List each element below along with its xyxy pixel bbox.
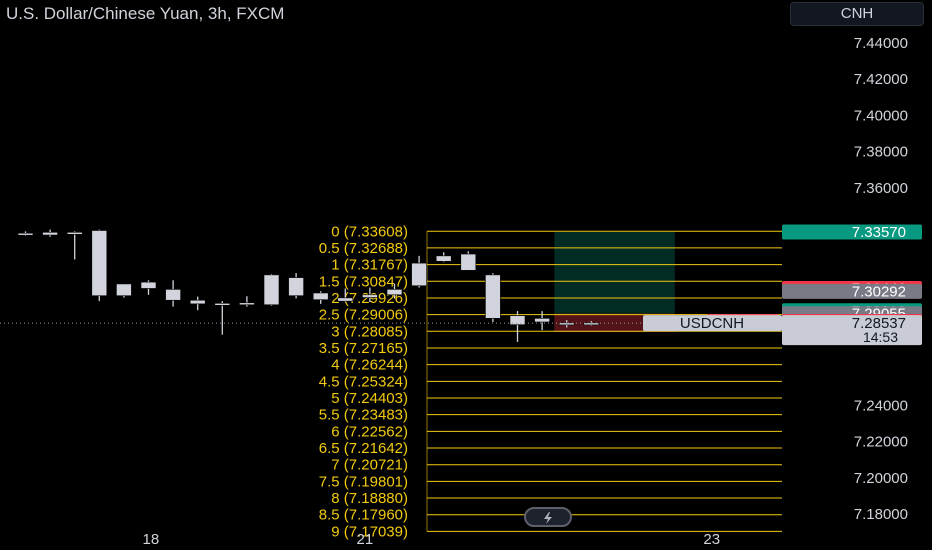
candle-body [337,297,354,302]
price-tags: 7.335707.304467.302927.292197.290557.286… [643,224,922,346]
candle-body [288,277,304,297]
time-axis-label: 18 [142,531,159,548]
price-axis-label: 7.36000 [854,180,908,197]
fib-label: 8 (7.18880) [331,490,408,507]
candle-body [386,289,403,296]
candle-body [239,302,255,306]
time-axis: 18 21 23 [142,531,720,548]
currency-button[interactable]: CNH [790,2,924,26]
price-tag-text: 7.33570 [852,224,906,241]
candle-body [17,232,34,236]
profit-zone [554,231,675,314]
price-tag-text: 7.30292 [852,283,906,300]
candle-body [116,283,132,297]
fib-label: 6.5 (7.21642) [319,440,408,457]
fib-label: 8.5 (7.17960) [319,507,408,524]
symbol-label: USDCNH [680,315,744,332]
candle-body [140,281,157,289]
candle-body [411,262,427,287]
fib-label: 7 (7.20721) [331,457,408,474]
price-axis-label: 7.42000 [854,71,908,88]
candle-body [91,230,108,297]
candle-body [558,322,575,326]
candle-body [214,303,231,306]
price-axis-label: 7.40000 [854,107,908,124]
candles [17,229,600,342]
lightning-button[interactable] [524,507,572,527]
fib-label: 4.5 (7.25324) [319,373,408,390]
fib-label: 4 (7.26244) [331,357,408,374]
countdown-text: 14:53 [863,329,898,345]
price-axis-label: 7.44000 [854,35,908,52]
fib-label: 5 (7.24403) [331,390,408,407]
fib-label: 7.5 (7.19801) [319,473,408,490]
fib-label: 6 (7.22562) [331,423,408,440]
candle-body [189,299,206,305]
candle-body [42,232,58,236]
fibonacci-levels: 0 (7.33608)0.5 (7.32688)1 (7.31767)1.5 (… [319,223,782,540]
fib-label: 3 (7.28085) [331,323,408,340]
time-axis-label: 21 [357,531,374,548]
price-axis-label: 7.24000 [854,397,908,414]
candle-body [362,294,378,298]
price-axis-label: 7.20000 [854,470,908,487]
candle-body [263,274,280,306]
candle-body [435,255,452,262]
candle-body [66,232,83,235]
fib-label: 1 (7.31767) [331,257,408,274]
fib-label: 5.5 (7.23483) [319,407,408,424]
price-axis-label: 7.18000 [854,506,908,523]
candle-body [460,253,477,271]
fib-label: 0.5 (7.32688) [319,240,408,257]
chart-title: U.S. Dollar/Chinese Yuan, 3h, FXCM [6,4,285,23]
fib-label: 3.5 (7.27165) [319,340,408,357]
fib-label: 0 (7.33608) [331,223,408,240]
candle-body [534,318,550,323]
price-axis-label: 7.22000 [854,434,908,451]
candle-body [312,292,329,300]
time-axis-label: 23 [703,531,720,548]
candle-body [165,289,181,301]
price-chart[interactable]: 0 (7.33608)0.5 (7.32688)1 (7.31767)1.5 (… [0,0,932,550]
candle-body [485,274,501,319]
fib-label: 2.5 (7.29006) [319,307,408,324]
lightning-icon [544,512,552,524]
price-axis-label: 7.38000 [854,144,908,161]
price-axis: 7.44000 7.42000 7.40000 7.38000 7.36000 7.240… [854,35,908,523]
